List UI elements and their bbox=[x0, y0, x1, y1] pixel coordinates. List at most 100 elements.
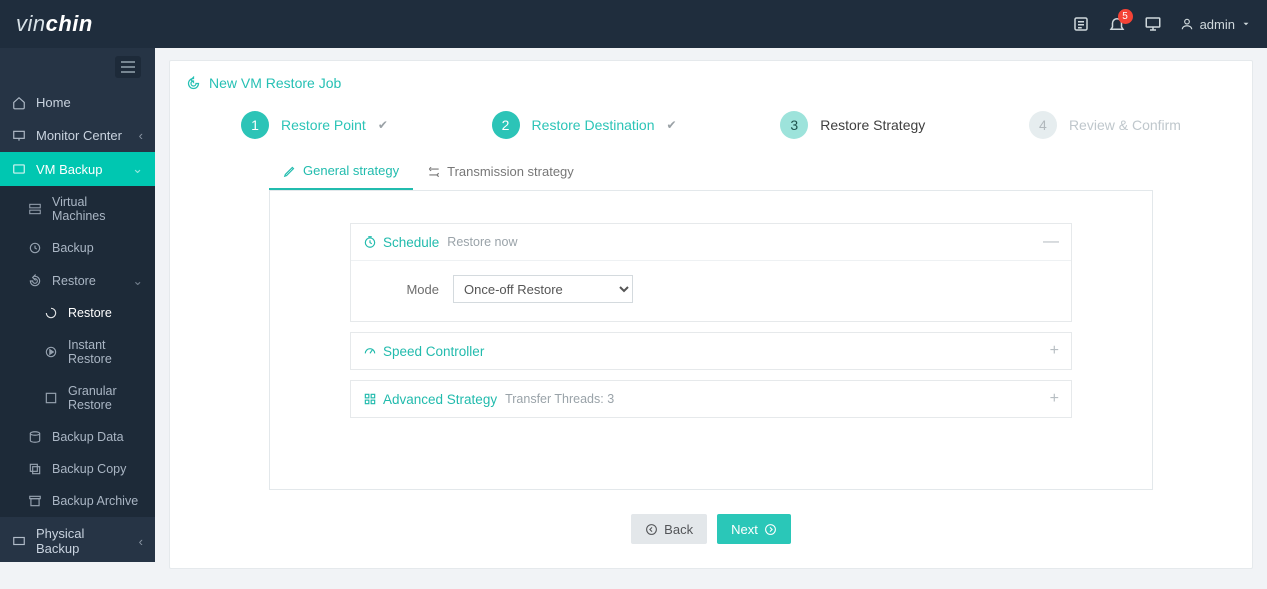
sidebar-item-monitor[interactable]: Monitor Center ‹ bbox=[0, 119, 155, 152]
clock-icon bbox=[363, 235, 377, 249]
step-restore-strategy[interactable]: 3 Restore Strategy bbox=[780, 111, 925, 139]
sidebar-toggle[interactable] bbox=[115, 56, 141, 78]
step-review-confirm[interactable]: 4 Review & Confirm bbox=[1029, 111, 1181, 139]
arrow-right-icon bbox=[764, 523, 777, 536]
step-restore-destination[interactable]: 2 Restore Destination ✔ bbox=[492, 111, 677, 139]
restore-icon bbox=[28, 274, 42, 288]
sidebar: Home Monitor Center ‹ VM Backup ⌄ Virtua… bbox=[0, 48, 155, 562]
step-number: 2 bbox=[492, 111, 520, 139]
sidebar-item-restore[interactable]: Restore ⌄ bbox=[0, 264, 155, 297]
user-name: admin bbox=[1200, 17, 1235, 32]
step-label: Restore Destination bbox=[532, 117, 655, 133]
sidebar-item-label: Restore bbox=[68, 306, 112, 320]
back-button[interactable]: Back bbox=[631, 514, 707, 544]
sidebar-item-backup-data[interactable]: Backup Data bbox=[0, 421, 155, 453]
sidebar-item-label: Virtual Machines bbox=[52, 195, 143, 223]
backup-icon bbox=[28, 241, 42, 255]
notification-icon[interactable]: 5 bbox=[1108, 15, 1126, 33]
check-icon: ✔ bbox=[378, 118, 388, 132]
accordion-header-speed[interactable]: Speed Controller + bbox=[351, 333, 1071, 369]
sidebar-item-home[interactable]: Home bbox=[0, 86, 155, 119]
chevron-left-icon: ‹ bbox=[139, 534, 143, 549]
server-icon bbox=[28, 202, 42, 216]
restore-icon bbox=[44, 306, 58, 320]
physical-icon bbox=[12, 534, 26, 548]
sidebar-item-instant-restore[interactable]: Instant Restore bbox=[0, 329, 155, 375]
pencil-icon bbox=[283, 164, 297, 178]
chevron-down-icon: ⌄ bbox=[133, 273, 143, 288]
chevron-down-icon bbox=[1241, 19, 1251, 29]
monitor-center-icon bbox=[12, 129, 26, 143]
button-label: Back bbox=[664, 522, 693, 537]
accordion-title: Schedule bbox=[383, 235, 439, 250]
step-label: Restore Point bbox=[281, 117, 366, 133]
instant-icon bbox=[44, 345, 58, 359]
sidebar-item-label: Backup Copy bbox=[52, 462, 126, 476]
accordion-speed: Speed Controller + bbox=[350, 332, 1072, 370]
accordion-title: Advanced Strategy bbox=[383, 392, 497, 407]
sidebar-item-label: Backup Archive bbox=[52, 494, 138, 508]
sidebar-item-label: Backup Data bbox=[52, 430, 124, 444]
chevron-down-icon: ⌄ bbox=[132, 161, 143, 177]
tab-general-strategy[interactable]: General strategy bbox=[269, 153, 413, 190]
user-icon bbox=[1180, 17, 1194, 31]
sidebar-item-label: Granular Restore bbox=[68, 384, 143, 412]
sidebar-item-label: Restore bbox=[52, 274, 96, 288]
sidebar-item-virtual-machines[interactable]: Virtual Machines bbox=[0, 186, 155, 232]
step-label: Review & Confirm bbox=[1069, 117, 1181, 133]
sidebar-item-granular-restore[interactable]: Granular Restore bbox=[0, 375, 155, 421]
accordion-summary: Transfer Threads: 3 bbox=[505, 392, 614, 406]
step-number: 3 bbox=[780, 111, 808, 139]
plus-icon: + bbox=[1050, 343, 1059, 359]
list-icon[interactable] bbox=[1072, 15, 1090, 33]
vm-icon bbox=[12, 162, 26, 176]
sidebar-item-label: Physical Backup bbox=[36, 526, 129, 556]
step-label: Restore Strategy bbox=[820, 117, 925, 133]
user-dropdown[interactable]: admin bbox=[1180, 17, 1251, 32]
page-title: New VM Restore Job bbox=[186, 75, 1236, 91]
sidebar-item-backup[interactable]: Backup bbox=[0, 232, 155, 264]
data-icon bbox=[28, 430, 42, 444]
copy-icon bbox=[28, 462, 42, 476]
next-button[interactable]: Next bbox=[717, 514, 791, 544]
sidebar-item-label: Instant Restore bbox=[68, 338, 143, 366]
refresh-icon bbox=[186, 76, 201, 91]
sidebar-item-backup-archive[interactable]: Backup Archive bbox=[0, 485, 155, 517]
sidebar-item-label: Home bbox=[36, 95, 71, 110]
minus-icon: — bbox=[1043, 234, 1059, 250]
mode-label: Mode bbox=[369, 282, 439, 297]
accordion-header-advanced[interactable]: Advanced Strategy Transfer Threads: 3 + bbox=[351, 381, 1071, 417]
notification-badge: 5 bbox=[1118, 9, 1133, 24]
sidebar-item-label: Monitor Center bbox=[36, 128, 122, 143]
accordion-header-schedule[interactable]: Schedule Restore now — bbox=[351, 224, 1071, 260]
tab-transmission-strategy[interactable]: Transmission strategy bbox=[413, 153, 588, 190]
sidebar-item-restore-sub[interactable]: Restore bbox=[0, 297, 155, 329]
archive-icon bbox=[28, 494, 42, 508]
button-label: Next bbox=[731, 522, 758, 537]
accordion-summary: Restore now bbox=[447, 235, 517, 249]
sidebar-item-vmbackup[interactable]: VM Backup ⌄ bbox=[0, 152, 155, 186]
brand-logo: vinchin bbox=[16, 11, 93, 37]
transfer-icon bbox=[427, 165, 441, 179]
accordion-title: Speed Controller bbox=[383, 344, 484, 359]
home-icon bbox=[12, 96, 26, 110]
sidebar-item-backup-copy[interactable]: Backup Copy bbox=[0, 453, 155, 485]
sidebar-item-label: VM Backup bbox=[36, 162, 102, 177]
tab-label: General strategy bbox=[303, 163, 399, 178]
monitor-icon[interactable] bbox=[1144, 15, 1162, 33]
granular-icon bbox=[44, 391, 58, 405]
check-icon: ✔ bbox=[667, 118, 677, 132]
arrow-left-icon bbox=[645, 523, 658, 536]
gauge-icon bbox=[363, 344, 377, 358]
step-number: 4 bbox=[1029, 111, 1057, 139]
step-number: 1 bbox=[241, 111, 269, 139]
step-restore-point[interactable]: 1 Restore Point ✔ bbox=[241, 111, 388, 139]
chevron-left-icon: ‹ bbox=[139, 128, 143, 143]
grid-icon bbox=[363, 392, 377, 406]
mode-select[interactable]: Once-off Restore bbox=[453, 275, 633, 303]
accordion-schedule: Schedule Restore now — Mode Once-off Res… bbox=[350, 223, 1072, 322]
plus-icon: + bbox=[1050, 391, 1059, 407]
accordion-advanced: Advanced Strategy Transfer Threads: 3 + bbox=[350, 380, 1072, 418]
wizard-steps: 1 Restore Point ✔ 2 Restore Destination … bbox=[241, 111, 1181, 139]
sidebar-item-physical[interactable]: Physical Backup ‹ bbox=[0, 517, 155, 562]
